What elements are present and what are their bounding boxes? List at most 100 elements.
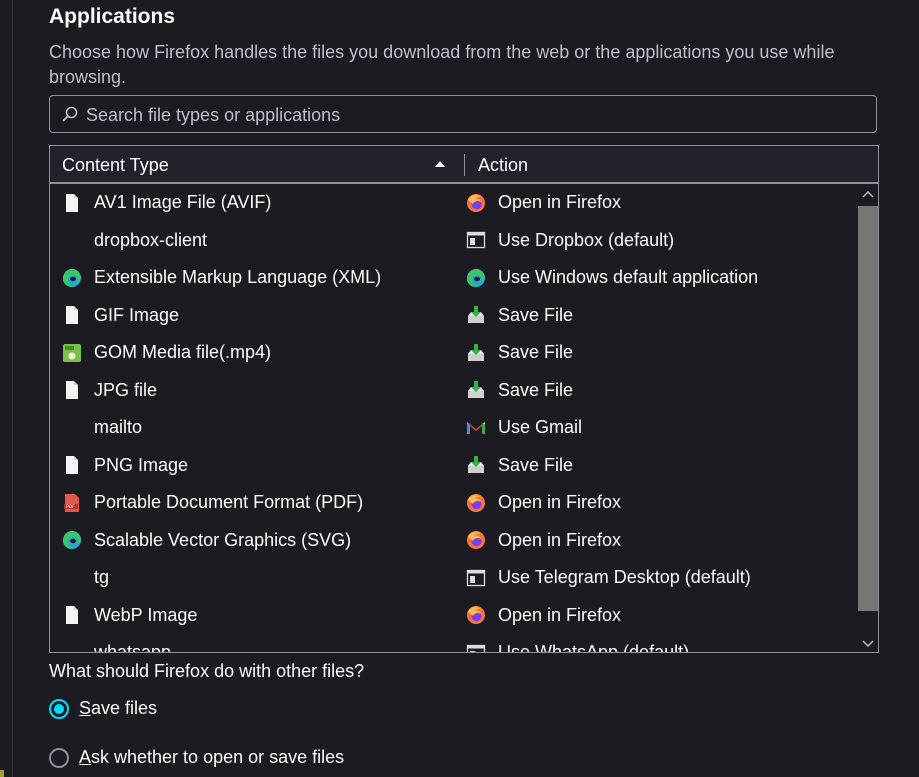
content-type-label: mailto bbox=[94, 417, 143, 438]
firefox-icon bbox=[466, 605, 486, 625]
edge-icon bbox=[62, 268, 82, 288]
content-type-cell: tg bbox=[62, 559, 109, 597]
section-description: Choose how Firefox handles the files you… bbox=[49, 42, 835, 87]
table-row[interactable]: PNG Image Save File bbox=[50, 447, 858, 485]
column-header-action[interactable]: Action bbox=[478, 155, 528, 176]
blank-icon bbox=[62, 418, 82, 438]
scroll-thumb[interactable] bbox=[858, 206, 878, 611]
corner-mark bbox=[0, 770, 4, 777]
content-type-cell: mailto bbox=[62, 409, 142, 447]
column-header-content-type[interactable]: Content Type bbox=[62, 155, 169, 176]
content-type-table: Content Type Action AV1 Image File (AVIF… bbox=[49, 145, 879, 653]
file-icon bbox=[62, 305, 82, 325]
gmail-icon bbox=[466, 418, 486, 438]
action-label: Save File bbox=[498, 304, 574, 325]
radio-label: Save files bbox=[79, 698, 158, 718]
action-label: Use Windows default application bbox=[498, 267, 759, 288]
content-type-label: JPG file bbox=[94, 379, 158, 400]
chevron-down-icon bbox=[862, 640, 874, 648]
content-type-cell: dropbox-client bbox=[62, 222, 207, 260]
content-type-label: Extensible Markup Language (XML) bbox=[94, 267, 382, 288]
table-row[interactable]: Extensible Markup Language (XML) Use Wind… bbox=[50, 259, 858, 297]
table-row[interactable]: Scalable Vector Graphics (SVG) Open in Fi… bbox=[50, 522, 858, 560]
action-label: Use Telegram Desktop (default) bbox=[498, 567, 751, 588]
blank-icon bbox=[62, 568, 82, 588]
radio-button[interactable] bbox=[49, 747, 69, 768]
search-icon bbox=[62, 106, 78, 122]
content-type-label: tg bbox=[94, 567, 110, 588]
table-body: AV1 Image File (AVIF) Open in Firefox drop… bbox=[50, 184, 858, 652]
table-row[interactable]: dropbox-client Use Dropbox (default) bbox=[50, 222, 858, 260]
content-type-cell: PNG Image bbox=[62, 447, 188, 485]
content-type-label: AV1 Image File (AVIF) bbox=[94, 192, 272, 213]
content-type-label: PNG Image bbox=[94, 454, 189, 475]
save-file-icon bbox=[466, 380, 486, 400]
action-label: Open in Firefox bbox=[498, 529, 622, 550]
action-cell[interactable]: Open in Firefox bbox=[466, 184, 621, 222]
pdf-icon: PDF bbox=[62, 493, 82, 513]
column-divider[interactable] bbox=[464, 154, 465, 176]
file-icon bbox=[62, 380, 82, 400]
content-type-cell: Extensible Markup Language (XML) bbox=[62, 259, 381, 297]
table-scrollbar[interactable] bbox=[858, 184, 878, 652]
action-cell[interactable]: Save File bbox=[466, 334, 573, 372]
firefox-icon bbox=[466, 530, 486, 550]
content-type-label: GOM Media file(.mp4) bbox=[94, 342, 272, 363]
radio-button-selected[interactable] bbox=[49, 698, 69, 719]
action-cell[interactable]: Save File bbox=[466, 297, 573, 335]
firefox-icon bbox=[466, 193, 486, 213]
left-divider bbox=[12, 0, 13, 777]
action-cell[interactable]: Use Windows default application bbox=[466, 259, 758, 297]
table-row[interactable]: mailto Use Gmail bbox=[50, 409, 858, 447]
blank-icon bbox=[62, 230, 82, 250]
content-type-cell: PDF Portable Document Format (PDF) bbox=[62, 484, 363, 522]
content-type-cell: GIF Image bbox=[62, 297, 179, 335]
content-type-cell: GOM Media file(.mp4) bbox=[62, 334, 271, 372]
action-cell[interactable]: Use WhatsApp (default) bbox=[466, 634, 689, 652]
radio-label: Ask whether to open or save files bbox=[79, 747, 345, 767]
scroll-up-button[interactable] bbox=[858, 184, 878, 204]
table-row[interactable]: PDF Portable Document Format (PDF) Open in… bbox=[50, 484, 858, 522]
action-cell[interactable]: Open in Firefox bbox=[466, 522, 621, 560]
table-row[interactable]: WebP Image Open in Firefox bbox=[50, 597, 858, 635]
action-label: Open in Firefox bbox=[498, 192, 622, 213]
content-type-label: dropbox-client bbox=[94, 229, 208, 250]
content-type-cell: AV1 Image File (AVIF) bbox=[62, 184, 271, 222]
table-row[interactable]: JPG file Save File bbox=[50, 372, 858, 410]
radio-save-files[interactable]: Save files bbox=[49, 698, 157, 719]
action-label: Use Dropbox (default) bbox=[498, 229, 675, 250]
search-box[interactable] bbox=[49, 95, 877, 134]
table-row[interactable]: tg Use Telegram Desktop (default) bbox=[50, 559, 858, 597]
action-cell[interactable]: Open in Firefox bbox=[466, 597, 621, 635]
table-row[interactable]: AV1 Image File (AVIF) Open in Firefox bbox=[50, 184, 858, 222]
content-type-label: Portable Document Format (PDF) bbox=[94, 492, 364, 513]
action-label: Save File bbox=[498, 342, 574, 363]
content-type-cell: whatsapp bbox=[62, 634, 171, 652]
content-type-cell: Scalable Vector Graphics (SVG) bbox=[62, 522, 351, 560]
scroll-down-button[interactable] bbox=[858, 634, 878, 652]
search-input[interactable] bbox=[84, 96, 868, 134]
action-label: Save File bbox=[498, 454, 574, 475]
table-row[interactable]: GOM Media file(.mp4) Save File bbox=[50, 334, 858, 372]
file-icon bbox=[62, 605, 82, 625]
action-cell[interactable]: Save File bbox=[466, 372, 573, 410]
firefox-icon bbox=[466, 493, 486, 513]
action-label: Open in Firefox bbox=[498, 492, 622, 513]
content-type-label: WebP Image bbox=[94, 604, 198, 625]
table-row[interactable]: whatsapp Use WhatsApp (default) bbox=[50, 634, 858, 652]
action-cell[interactable]: Save File bbox=[466, 447, 573, 485]
action-label: Use Gmail bbox=[498, 417, 583, 438]
action-label: Open in Firefox bbox=[498, 604, 622, 625]
other-files-question: What should Firefox do with other files? bbox=[49, 661, 365, 681]
action-cell[interactable]: Use Gmail bbox=[466, 409, 582, 447]
mp4-icon bbox=[62, 343, 82, 363]
action-cell[interactable]: Open in Firefox bbox=[466, 484, 621, 522]
action-cell[interactable]: Use Telegram Desktop (default) bbox=[466, 559, 751, 597]
app-window-icon bbox=[466, 643, 486, 652]
table-row[interactable]: GIF Image Save File bbox=[50, 297, 858, 335]
app-window-icon bbox=[466, 568, 486, 588]
radio-ask-open-save[interactable]: Ask whether to open or save files bbox=[49, 747, 344, 768]
content-type-cell: WebP Image bbox=[62, 597, 197, 635]
table-header: Content Type Action bbox=[50, 146, 878, 184]
action-cell[interactable]: Use Dropbox (default) bbox=[466, 222, 674, 260]
